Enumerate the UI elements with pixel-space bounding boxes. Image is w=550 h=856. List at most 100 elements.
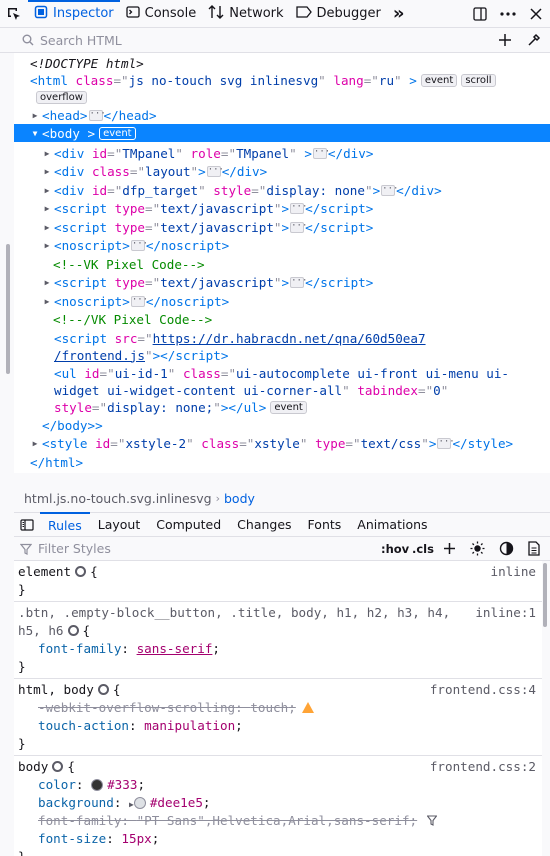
expand-twisty-icon[interactable]: ▶	[30, 110, 40, 120]
scroll-badge[interactable]: scroll	[461, 73, 496, 87]
cls-button[interactable]: .cls	[412, 542, 434, 556]
collapsed-ellipsis-icon[interactable]: ···	[290, 202, 307, 214]
expand-twisty-icon[interactable]: ▶	[30, 438, 40, 448]
tab-changes[interactable]: Changes	[229, 512, 299, 537]
markup-scrollbar[interactable]	[6, 244, 10, 374]
ul-node-cont[interactable]: style =" display: none; " ></ul> event	[54, 398, 307, 416]
light-theme-icon[interactable]	[470, 541, 485, 556]
gear-icon[interactable]	[97, 684, 109, 695]
event-badge[interactable]: event	[99, 126, 136, 140]
rule-selector[interactable]: body	[18, 759, 48, 774]
script-src-link[interactable]: https://dr.habracdn.net/qna/60d50ea7	[153, 331, 426, 346]
expand-twisty-icon[interactable]: ▶	[42, 222, 52, 232]
comment-node[interactable]: <!--VK Pixel Code-->	[53, 255, 205, 273]
declaration[interactable]: font-size: 15px;	[18, 830, 542, 848]
collapse-twisty-icon[interactable]: ▼	[30, 128, 40, 138]
close-icon[interactable]	[522, 0, 550, 28]
rule-source[interactable]: frontend.css:4	[430, 681, 536, 699]
color-swatch[interactable]	[91, 779, 104, 791]
more-tabs-button[interactable]: »	[387, 0, 411, 28]
child-node-layout[interactable]: ▶ <div class =" layout " > ··· </div>	[45, 162, 268, 180]
body-node-selected[interactable]: ▼ <body > event	[14, 124, 550, 142]
tab-debugger[interactable]: Debugger	[290, 0, 387, 28]
event-badge[interactable]: event	[270, 400, 307, 414]
declaration[interactable]: background: ▶ #dee1e5;	[18, 794, 542, 812]
script-src-node-cont[interactable]: /frontend.js " ></script>	[54, 346, 228, 364]
gear-icon[interactable]	[52, 761, 64, 772]
rule-selector[interactable]: html, body	[18, 682, 94, 697]
rule-source[interactable]: frontend.css:2	[430, 758, 536, 776]
child-node-script[interactable]: ▶ <script type =" text/javascript " > ··· </sc…	[45, 273, 374, 291]
filter-styles-input[interactable]	[38, 541, 378, 556]
rules-scrollbar[interactable]	[543, 563, 547, 627]
rule-selector[interactable]: .btn, .empty-block__button, .title, body…	[18, 605, 450, 620]
toggle-3pane-icon[interactable]	[14, 512, 40, 537]
collapsed-ellipsis-icon[interactable]: ···	[437, 437, 455, 449]
expand-twisty-icon[interactable]: ▶	[42, 166, 52, 176]
declaration-overridden[interactable]: font-family: "PT Sans",Helvetica,Arial,s…	[18, 812, 542, 830]
collapsed-ellipsis-icon[interactable]: ···	[290, 221, 307, 233]
expand-twisty-icon[interactable]: ▶	[42, 277, 52, 287]
more-options-icon[interactable]	[494, 0, 522, 28]
tab-layout[interactable]: Layout	[90, 512, 149, 537]
expand-twisty-icon[interactable]: ▶	[42, 203, 52, 213]
child-node-noscript[interactable]: ▶ <noscript > ··· </noscript>	[45, 236, 230, 254]
collapsed-ellipsis-icon[interactable]: ···	[312, 147, 330, 159]
child-node-dfp[interactable]: ▶ <div id =" dfp_target " style =" display: n…	[45, 181, 442, 199]
expand-twisty-icon[interactable]: ▶	[42, 240, 52, 250]
ul-node-cont[interactable]: widget ui-widget-content ui-corner-all " …	[54, 381, 448, 399]
expand-twisty-icon[interactable]: ▶	[42, 296, 52, 306]
eyedropper-icon[interactable]	[527, 33, 541, 47]
html-node[interactable]: <html class =" js no-touch svg inlinesvg " …	[30, 71, 496, 89]
expand-twisty-icon[interactable]: ▶	[42, 148, 52, 158]
breadcrumb-item-html[interactable]: html.js.no-touch.svg.inlinesvg	[24, 491, 212, 506]
rule-source[interactable]: inline:1	[475, 604, 536, 622]
body-close-node[interactable]: </body> >	[42, 416, 103, 434]
declaration[interactable]: touch-action: manipulation;	[18, 717, 542, 735]
hov-button[interactable]: :hov	[381, 542, 409, 556]
declaration[interactable]: color: #333;	[18, 776, 542, 794]
child-node-noscript[interactable]: ▶ <noscript > ··· </noscript>	[45, 292, 230, 310]
script-src-link[interactable]: /frontend.js	[54, 348, 145, 363]
child-node-script[interactable]: ▶ <script type =" text/javascript " > ··· </sc…	[45, 199, 374, 217]
collapsed-ellipsis-icon[interactable]: ···	[130, 295, 148, 307]
warning-icon[interactable]	[301, 702, 314, 713]
tab-animations[interactable]: Animations	[349, 512, 435, 537]
tab-console[interactable]: Console	[120, 0, 203, 28]
dock-side-icon[interactable]	[466, 0, 494, 28]
add-rule-icon[interactable]	[443, 542, 456, 555]
print-media-icon[interactable]	[527, 541, 541, 556]
html-close-node[interactable]: </html>	[30, 453, 83, 471]
doctype-node[interactable]: <!DOCTYPE html>	[30, 54, 144, 72]
style-node[interactable]: ▶ <style id =" xstyle-2 " class =" xstyle " ty…	[33, 434, 514, 452]
declaration[interactable]: font-family: sans-serif;	[18, 640, 542, 658]
rule-selector[interactable]: element	[18, 564, 71, 579]
element-picker-icon[interactable]	[0, 0, 28, 28]
child-node-script[interactable]: ▶ <script type =" text/javascript " > ··· </sc…	[45, 218, 374, 236]
add-node-icon[interactable]	[498, 33, 512, 47]
declaration-overridden[interactable]: -webkit-overflow-scrolling: touch;	[18, 699, 542, 717]
tab-fonts[interactable]: Fonts	[300, 512, 350, 537]
child-node-tmpanel[interactable]: ▶ <div id =" TMpanel " role =" TMpanel " > ··· <…	[45, 144, 374, 162]
event-badge[interactable]: event	[420, 73, 458, 87]
gear-icon[interactable]	[67, 625, 79, 636]
comment-node[interactable]: <!--/VK Pixel Code-->	[53, 310, 212, 328]
head-node[interactable]: ▶ <head > ··· </head>	[33, 106, 157, 124]
rule-source[interactable]: inline	[491, 563, 537, 581]
ul-node[interactable]: <ul id =" ui-id-1 " class =" ui-autocomplete …	[54, 364, 509, 382]
expand-twisty-icon[interactable]: ▶	[42, 185, 52, 195]
color-swatch[interactable]	[133, 797, 146, 809]
script-src-node[interactable]: <script src =" https://dr.habracdn.net/qna…	[54, 329, 426, 347]
breadcrumb-item-body[interactable]: body	[224, 491, 255, 506]
dark-theme-icon[interactable]	[499, 541, 514, 556]
collapsed-ellipsis-icon[interactable]: ···	[88, 109, 106, 121]
filter-icon[interactable]	[427, 815, 438, 826]
collapsed-ellipsis-icon[interactable]: ···	[290, 276, 307, 288]
tab-rules[interactable]: Rules	[40, 512, 90, 537]
tab-network[interactable]: Network	[202, 0, 289, 28]
gear-icon[interactable]	[75, 566, 87, 577]
overflow-badge[interactable]: overflow	[36, 90, 87, 104]
collapsed-ellipsis-icon[interactable]: ···	[206, 165, 224, 177]
search-input[interactable]	[40, 32, 480, 48]
tab-inspector[interactable]: Inspector	[28, 0, 120, 28]
